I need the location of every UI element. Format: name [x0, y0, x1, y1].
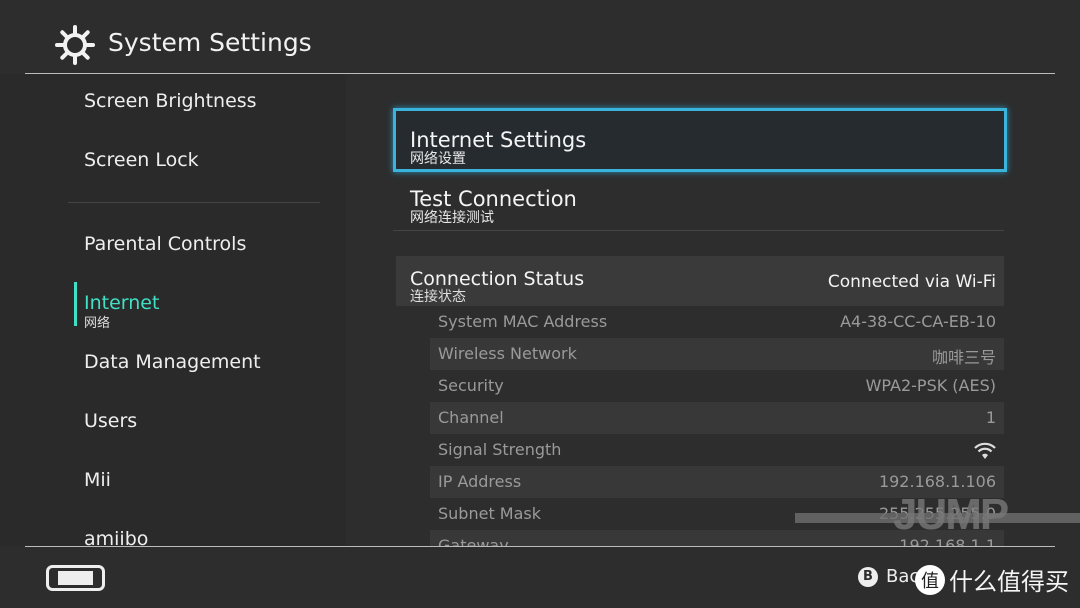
detail-row-wireless-network: Wireless Network 咖啡三号: [430, 338, 1004, 370]
detail-label: Signal Strength: [438, 440, 562, 459]
internet-settings-button[interactable]: Internet Settings 网络设置: [393, 108, 1007, 172]
gear-icon: [55, 25, 95, 65]
detail-label: IP Address: [438, 472, 522, 491]
detail-row-security: Security WPA2-PSK (AES): [430, 370, 1004, 402]
detail-row-channel: Channel 1: [430, 402, 1004, 434]
status-value: Connected via Wi-Fi: [827, 272, 996, 292]
sidebar-divider: [68, 202, 320, 203]
detail-label: Channel: [438, 408, 504, 427]
detail-value: 1: [985, 408, 996, 427]
detail-value: 咖啡三号: [931, 348, 996, 367]
handheld-console-icon: [46, 565, 105, 591]
sidebar-item-screen-lock[interactable]: Screen Lock: [84, 149, 199, 171]
b-button-icon: B: [858, 566, 878, 587]
watermark-site: 什么值得买: [949, 568, 1069, 596]
detail-label: Wireless Network: [438, 344, 577, 363]
detail-label: Security: [438, 376, 504, 395]
sidebar-item-parental-controls[interactable]: Parental Controls: [84, 233, 246, 255]
detail-value: 192.168.1.106: [878, 472, 996, 491]
test-connection-button[interactable]: Test Connection 网络连接测试: [393, 185, 1004, 231]
detail-value: WPA2-PSK (AES): [865, 376, 996, 395]
wifi-signal-icon: [974, 442, 996, 459]
watermark-jump: JUMP: [893, 490, 1009, 539]
detail-label: Gateway: [438, 536, 509, 546]
footer-divider: [25, 546, 1055, 547]
connection-status-row: Connection Status 连接状态 Connected via Wi-…: [396, 256, 1004, 306]
detail-value: A4-38-CC-CA-EB-10: [840, 312, 996, 331]
watermark-badge: 值: [915, 564, 945, 595]
detail-row-mac: System MAC Address A4-38-CC-CA-EB-10: [430, 306, 1004, 338]
sidebar-item-screen-brightness[interactable]: Screen Brightness: [84, 90, 257, 112]
detail-row-signal-strength: Signal Strength: [430, 434, 1004, 466]
watermark-site-logo: 值 什么值得买: [915, 562, 1069, 597]
detail-label: System MAC Address: [438, 312, 608, 331]
page-title: System Settings: [108, 28, 312, 57]
detail-label: Subnet Mask: [438, 504, 542, 523]
